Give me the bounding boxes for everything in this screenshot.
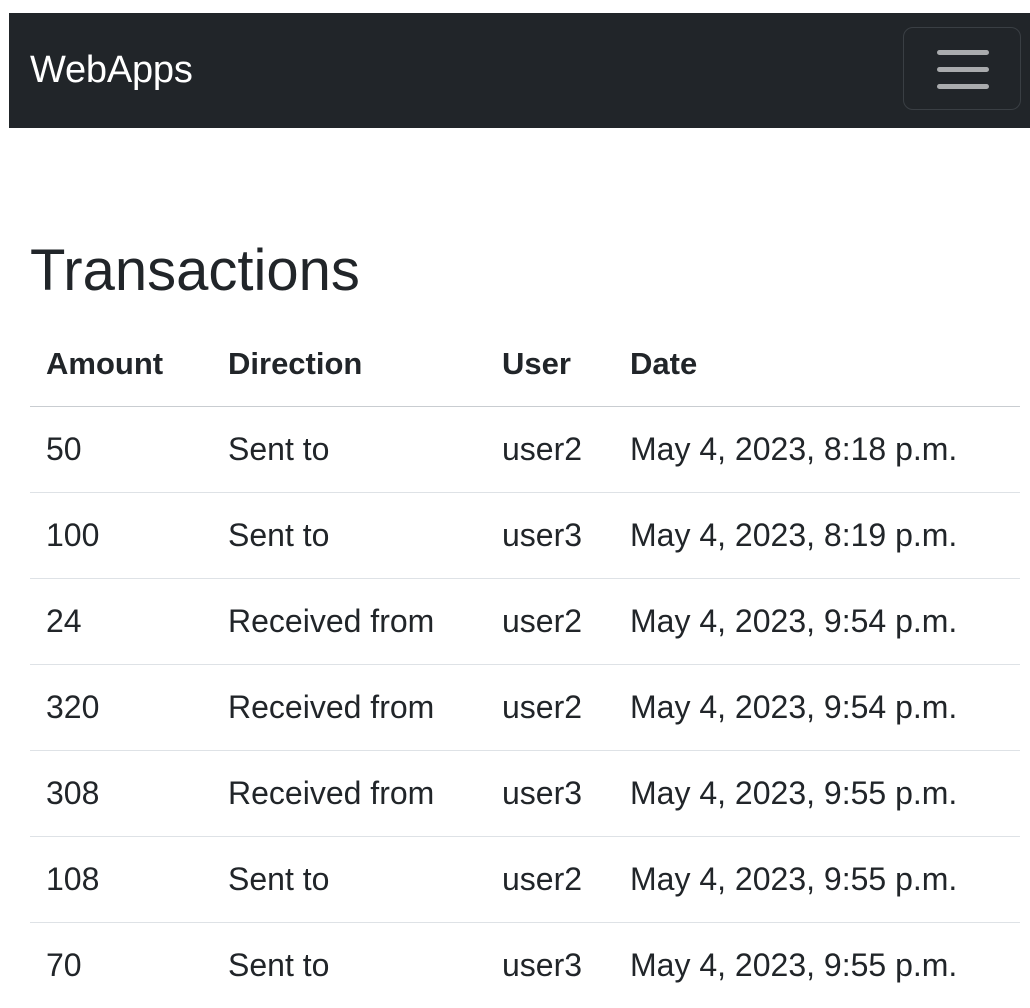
amount-cell: 50: [30, 406, 212, 493]
navbar: WebApps: [9, 13, 1030, 128]
date-cell: May 4, 2023, 8:19 p.m.: [614, 492, 1020, 579]
user-cell: user2: [486, 836, 614, 923]
direction-cell: Sent to: [228, 946, 330, 983]
hamburger-menu-icon: [937, 50, 989, 89]
table-row: 320 Received from user2 May 4, 2023, 9:5…: [30, 664, 1020, 751]
table-header-row: Amount Direction User Date: [30, 322, 1020, 407]
direction-cell: Sent to: [212, 836, 486, 923]
amount-cell: 320: [30, 664, 212, 751]
user-cell: user2: [486, 406, 614, 493]
date-cell: May 4, 2023, 9:54 p.m.: [614, 664, 1020, 751]
navbar-toggle-button[interactable]: [903, 27, 1021, 110]
user-cell: user2: [486, 578, 614, 665]
column-header-date: Date: [614, 322, 1020, 407]
column-header-user: User: [486, 322, 614, 407]
page-title: Transactions: [30, 238, 360, 303]
column-header-direction: Direction: [212, 322, 486, 407]
transactions-table: Amount Direction User Date 50 Sent to us…: [30, 322, 1020, 1008]
date-cell: May 4, 2023, 9:55 p.m.: [630, 946, 958, 983]
date-cell: May 4, 2023, 9:55 p.m.: [614, 836, 1020, 923]
table-row: 70 Sent to user3 May 4, 2023, 9:55 p.m.: [30, 922, 1020, 1008]
table-row: 24 Received from user2 May 4, 2023, 9:54…: [30, 578, 1020, 665]
date-cell: May 4, 2023, 8:18 p.m.: [614, 406, 1020, 493]
user-cell: user3: [486, 492, 614, 579]
amount-cell: 24: [30, 578, 212, 665]
table-row: 308 Received from user3 May 4, 2023, 9:5…: [30, 750, 1020, 837]
amount-cell: 100: [30, 492, 212, 579]
table-row: 50 Sent to user2 May 4, 2023, 8:18 p.m.: [30, 406, 1020, 493]
table-row: 100 Sent to user3 May 4, 2023, 8:19 p.m.: [30, 492, 1020, 579]
navbar-brand[interactable]: WebApps: [30, 13, 193, 128]
direction-cell: Received from: [212, 664, 486, 751]
user-cell: user2: [486, 664, 614, 751]
column-header-amount: Amount: [30, 322, 212, 407]
amount-cell: 108: [30, 836, 212, 923]
user-cell: user3: [502, 946, 583, 983]
amount-cell: 70: [46, 946, 82, 983]
date-cell: May 4, 2023, 9:54 p.m.: [614, 578, 1020, 665]
table-row: 108 Sent to user2 May 4, 2023, 9:55 p.m.: [30, 836, 1020, 923]
amount-cell: 308: [30, 750, 212, 837]
date-cell: May 4, 2023, 9:55 p.m.: [614, 750, 1020, 837]
direction-cell: Sent to: [212, 406, 486, 493]
direction-cell: Received from: [212, 578, 486, 665]
user-cell: user3: [486, 750, 614, 837]
direction-cell: Sent to: [212, 492, 486, 579]
direction-cell: Received from: [212, 750, 486, 837]
